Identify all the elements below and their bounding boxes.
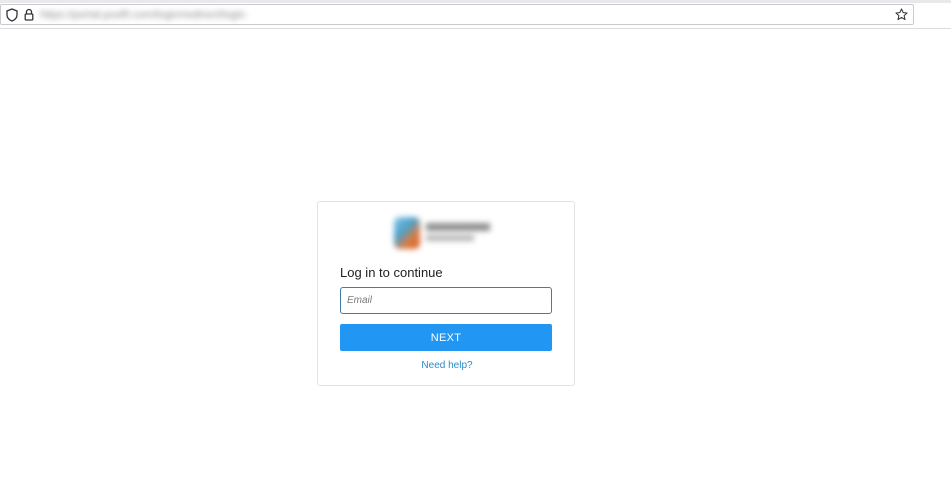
- need-help-link[interactable]: Need help?: [318, 360, 576, 371]
- url-text[interactable]: https://portal.pcelfi.com/login/redirect…: [40, 9, 245, 21]
- address-bar[interactable]: https://portal.pcelfi.com/login/redirect…: [0, 4, 914, 25]
- email-input[interactable]: [340, 287, 552, 314]
- brand-logo: [390, 214, 498, 252]
- toolbar-divider: [0, 28, 951, 29]
- lock-icon[interactable]: [24, 8, 34, 21]
- login-title: Log in to continue: [340, 265, 443, 280]
- browser-top-edge: [0, 0, 951, 3]
- next-button[interactable]: NEXT: [340, 324, 552, 351]
- star-icon[interactable]: [895, 8, 908, 21]
- logo-wordmark: [426, 223, 490, 231]
- logo-mark: [394, 217, 420, 249]
- logo-tagline: [426, 235, 474, 241]
- login-card: Log in to continue NEXT Need help?: [317, 201, 575, 386]
- shield-icon[interactable]: [6, 8, 18, 22]
